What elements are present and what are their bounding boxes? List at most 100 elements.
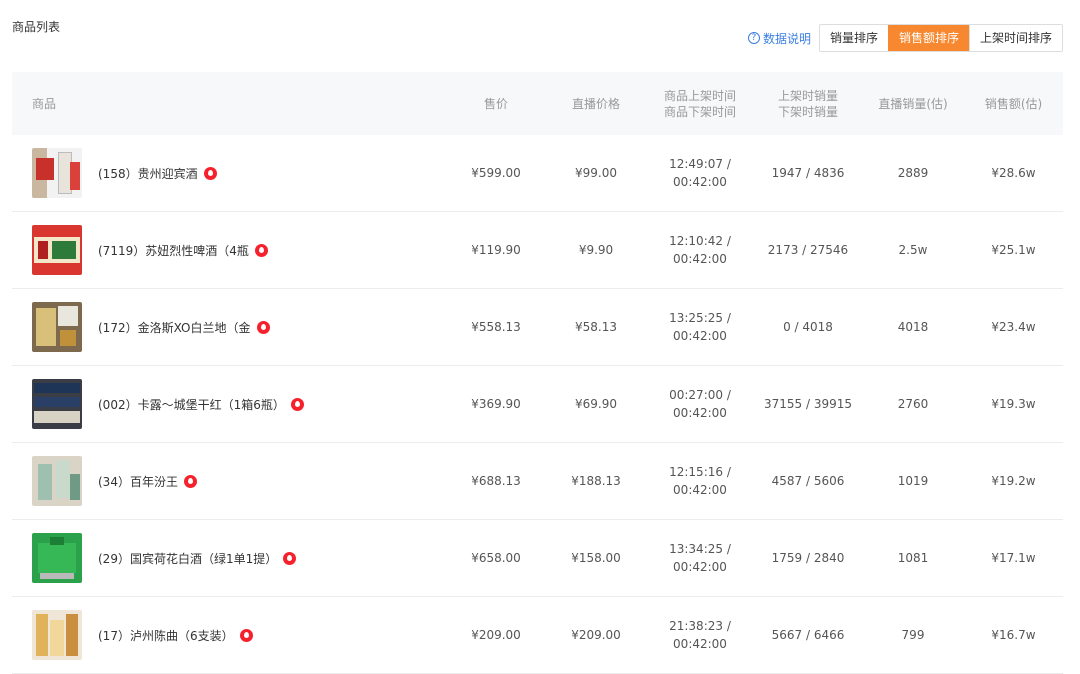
- shelf-on-time: 12:15:16 /: [669, 465, 731, 479]
- shelf-off-time: 00:42:00: [673, 252, 727, 266]
- price-cell: ¥599.00: [471, 166, 521, 180]
- sort-button-group: 销量排序 销售额排序 上架时间排序: [818, 24, 1063, 52]
- hot-fire-icon: [254, 243, 268, 257]
- product-name[interactable]: (002）卡露～城堡干红（1箱6瓶）: [98, 396, 285, 413]
- sort-by-revenue-button[interactable]: 销售额排序: [887, 25, 969, 51]
- product-table: 商品 售价 直播价格 商品上架时间 商品下架时间 上架时销量 下架时销量 直播销…: [12, 72, 1063, 674]
- revenue-cell: ¥16.7w: [991, 628, 1036, 642]
- page-title: 商品列表: [12, 20, 61, 34]
- header-shelf-sales: 上架时销量 下架时销量: [754, 88, 862, 120]
- table-header: 商品 售价 直播价格 商品上架时间 商品下架时间 上架时销量 下架时销量 直播销…: [12, 72, 1063, 135]
- header-shelf-on-sales: 上架时销量: [777, 88, 838, 103]
- live-sales-cell: 799: [901, 628, 925, 642]
- shelf-time-cell: 12:49:07 / 00:42:00: [646, 155, 754, 191]
- shelf-on-time: 13:25:25 /: [669, 311, 731, 325]
- shelf-on-time: 12:10:42 /: [669, 234, 731, 248]
- hot-fire-icon: [203, 166, 217, 180]
- product-cell: (34）百年汾王: [12, 456, 446, 506]
- live-price-cell: ¥69.90: [575, 397, 617, 411]
- table-row[interactable]: (002）卡露～城堡干红（1箱6瓶） ¥369.90 ¥69.90 00:27:…: [12, 366, 1063, 443]
- shelf-on-time: 00:27:00 /: [669, 388, 731, 402]
- price-cell: ¥119.90: [471, 243, 521, 257]
- shelf-off-time: 00:42:00: [673, 175, 727, 189]
- shelf-on-time: 12:49:07 /: [669, 157, 731, 171]
- table-row[interactable]: (17）泸州陈曲（6支装） ¥209.00 ¥209.00 21:38:23 /…: [12, 597, 1063, 674]
- live-sales-cell: 1081: [897, 551, 929, 565]
- product-image[interactable]: [32, 456, 82, 506]
- live-price-cell: ¥9.90: [578, 243, 614, 257]
- product-image[interactable]: [32, 148, 82, 198]
- shelf-sales-cell: 37155 / 39915: [763, 397, 853, 411]
- live-price-cell: ¥188.13: [571, 474, 621, 488]
- header-shelf-on-time: 商品上架时间: [663, 88, 736, 103]
- revenue-cell: ¥19.3w: [991, 397, 1036, 411]
- table-row[interactable]: (158）贵州迎宾酒 ¥599.00 ¥99.00 12:49:07 / 00:…: [12, 135, 1063, 212]
- shelf-off-time: 00:42:00: [673, 560, 727, 574]
- revenue-cell: ¥28.6w: [991, 166, 1036, 180]
- live-sales-cell: 2760: [897, 397, 929, 411]
- shelf-time-cell: 21:38:23 / 00:42:00: [646, 617, 754, 653]
- revenue-cell: ¥25.1w: [991, 243, 1036, 257]
- header-revenue: 销售额(估): [984, 97, 1043, 111]
- live-sales-cell: 4018: [897, 320, 929, 334]
- shelf-sales-cell: 2173 / 27546: [767, 243, 849, 257]
- shelf-time-cell: 12:10:42 / 00:42:00: [646, 232, 754, 268]
- price-cell: ¥658.00: [471, 551, 521, 565]
- header-price: 售价: [483, 97, 508, 111]
- revenue-cell: ¥17.1w: [991, 551, 1036, 565]
- product-image[interactable]: [32, 379, 82, 429]
- shelf-sales-cell: 4587 / 5606: [771, 474, 845, 488]
- hot-fire-icon: [283, 551, 297, 565]
- hot-fire-icon: [256, 320, 270, 334]
- product-name[interactable]: (172）金洛斯XO白兰地（金: [98, 319, 251, 336]
- sort-by-shelf-time-button[interactable]: 上架时间排序: [968, 25, 1062, 51]
- product-cell: (29）国宾荷花白酒（绿1单1提）: [12, 533, 446, 583]
- price-cell: ¥209.00: [471, 628, 521, 642]
- product-cell: (7119）苏妞烈性啤酒（4瓶: [12, 225, 446, 275]
- revenue-cell: ¥23.4w: [991, 320, 1036, 334]
- product-image[interactable]: [32, 302, 82, 352]
- data-explanation-link[interactable]: ? 数据说明: [747, 30, 811, 47]
- product-image[interactable]: [32, 533, 82, 583]
- header-shelf-off-time: 商品下架时间: [663, 104, 736, 119]
- shelf-off-time: 00:42:00: [673, 637, 727, 651]
- product-name[interactable]: (7119）苏妞烈性啤酒（4瓶: [98, 242, 249, 259]
- price-cell: ¥558.13: [471, 320, 521, 334]
- header-shelf-off-sales: 下架时销量: [777, 104, 838, 119]
- product-name[interactable]: (17）泸州陈曲（6支装）: [98, 627, 234, 644]
- shelf-on-time: 13:34:25 /: [669, 542, 731, 556]
- shelf-off-time: 00:42:00: [673, 406, 727, 420]
- header-product: 商品: [32, 97, 57, 111]
- data-explanation-label: 数据说明: [762, 31, 811, 46]
- live-sales-cell: 1019: [897, 474, 929, 488]
- product-name[interactable]: (34）百年汾王: [98, 473, 178, 490]
- live-price-cell: ¥99.00: [575, 166, 617, 180]
- live-sales-cell: 2889: [897, 166, 929, 180]
- shelf-time-cell: 12:15:16 / 00:42:00: [646, 463, 754, 499]
- revenue-cell: ¥19.2w: [991, 474, 1036, 488]
- price-cell: ¥369.90: [471, 397, 521, 411]
- price-cell: ¥688.13: [471, 474, 521, 488]
- shelf-on-time: 21:38:23 /: [669, 619, 731, 633]
- product-cell: (158）贵州迎宾酒: [12, 148, 446, 198]
- product-cell: (002）卡露～城堡干红（1箱6瓶）: [12, 379, 446, 429]
- hot-fire-icon: [290, 397, 304, 411]
- shelf-sales-cell: 1947 / 4836: [771, 166, 845, 180]
- product-cell: (172）金洛斯XO白兰地（金: [12, 302, 446, 352]
- shelf-time-cell: 00:27:00 / 00:42:00: [646, 386, 754, 422]
- table-row[interactable]: (172）金洛斯XO白兰地（金 ¥558.13 ¥58.13 13:25:25 …: [12, 289, 1063, 366]
- shelf-off-time: 00:42:00: [673, 483, 727, 497]
- hot-fire-icon: [183, 474, 197, 488]
- product-name[interactable]: (158）贵州迎宾酒: [98, 165, 198, 182]
- table-row[interactable]: (34）百年汾王 ¥688.13 ¥188.13 12:15:16 / 00:4…: [12, 443, 1063, 520]
- shelf-sales-cell: 1759 / 2840: [771, 551, 845, 565]
- question-circle-icon: ?: [747, 32, 760, 44]
- product-image[interactable]: [32, 225, 82, 275]
- product-cell: (17）泸州陈曲（6支装）: [12, 610, 446, 660]
- table-row[interactable]: (29）国宾荷花白酒（绿1单1提） ¥658.00 ¥158.00 13:34:…: [12, 520, 1063, 597]
- sort-by-sales-button[interactable]: 销量排序: [819, 25, 888, 51]
- product-image[interactable]: [32, 610, 82, 660]
- toolbar: ? 数据说明 销量排序 销售额排序 上架时间排序: [747, 24, 1063, 52]
- table-row[interactable]: (7119）苏妞烈性啤酒（4瓶 ¥119.90 ¥9.90 12:10:42 /…: [12, 212, 1063, 289]
- product-name[interactable]: (29）国宾荷花白酒（绿1单1提）: [98, 550, 277, 567]
